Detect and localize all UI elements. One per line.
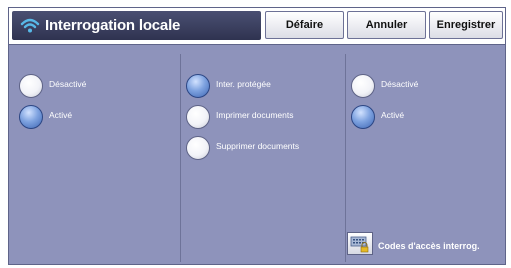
radio-imprimer-documents[interactable] [186, 105, 210, 129]
column-divider [180, 54, 181, 262]
radio-label: Activé [381, 110, 405, 120]
local-polling-panel: Interrogation locale Défaire Annuler Enr… [8, 7, 506, 265]
radio-label: Désactivé [381, 79, 419, 89]
radio-supprimer-documents[interactable] [186, 136, 210, 160]
header: Interrogation locale Défaire Annuler Enr… [9, 8, 505, 45]
keypad-lock-icon [350, 236, 369, 253]
wifi-icon [20, 18, 40, 33]
access-codes-button[interactable] [347, 232, 373, 255]
radio-inter-protegee[interactable] [186, 74, 210, 98]
radio-active[interactable] [19, 105, 43, 129]
radio-label: Imprimer documents [216, 110, 294, 120]
radio-desactive[interactable] [351, 74, 375, 98]
page-title: Interrogation locale [45, 17, 181, 34]
radio-label: Activé [49, 110, 73, 120]
radio-label: Supprimer documents [216, 141, 300, 151]
screen: Interrogation locale Défaire Annuler Enr… [0, 0, 511, 268]
radio-desactive[interactable] [19, 74, 43, 98]
save-button[interactable]: Enregistrer [429, 11, 503, 39]
access-codes-label: Codes d'accès interrog. [378, 241, 480, 251]
radio-active[interactable] [351, 105, 375, 129]
title-bar: Interrogation locale [12, 11, 261, 40]
undo-button[interactable]: Défaire [265, 11, 344, 39]
cancel-button[interactable]: Annuler [347, 11, 426, 39]
radio-label: Inter. protégée [216, 79, 271, 89]
radio-label: Désactivé [49, 79, 87, 89]
column-divider [345, 54, 346, 262]
